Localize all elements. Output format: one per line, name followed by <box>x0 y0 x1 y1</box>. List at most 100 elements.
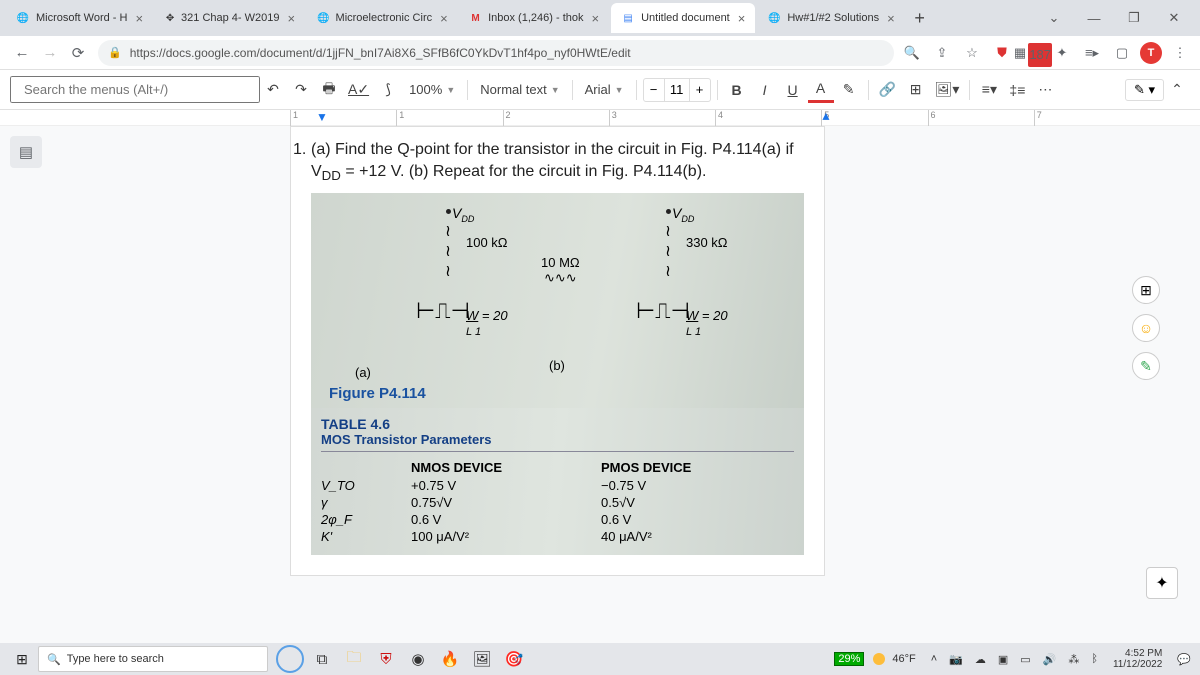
tab-inbox[interactable]: MInbox (1,246) - thok× <box>459 3 609 33</box>
font-size-stepper[interactable]: − + <box>643 78 711 102</box>
notifications-icon[interactable]: 💬 <box>1174 653 1194 666</box>
battery-icon[interactable]: ▭ <box>1017 653 1033 666</box>
chevron-down-icon[interactable]: ⌄ <box>1034 0 1074 36</box>
maximize-icon[interactable]: ❐ <box>1114 0 1154 36</box>
separator <box>572 80 573 100</box>
back-button[interactable]: ← <box>8 39 36 67</box>
undo-button[interactable]: ↶ <box>260 77 286 103</box>
explorer-icon[interactable]: 🗀 <box>340 645 368 673</box>
wl-ratio-label: W = 20L 1 <box>686 308 728 338</box>
bold-button[interactable]: B <box>724 77 750 103</box>
increase-font-button[interactable]: + <box>690 82 710 97</box>
tab-chap4[interactable]: ✥321 Chap 4- W2019× <box>155 3 305 33</box>
shield-icon[interactable]: ⛊ <box>990 41 1014 65</box>
onedrive-icon[interactable]: ☁ <box>972 653 989 666</box>
hotspot-icon[interactable]: ⁂ <box>1065 653 1082 666</box>
col-nmos: NMOS DEVICE <box>411 458 601 477</box>
style-dropdown[interactable]: Normal text▼ <box>474 82 565 97</box>
battery-percent[interactable]: 29% <box>834 652 864 666</box>
align-button[interactable]: ≡▾ <box>976 77 1002 103</box>
search-icon[interactable]: 🔍 <box>900 41 924 65</box>
photos-icon[interactable]: 🖼 <box>468 645 496 673</box>
camera-icon[interactable]: 📷 <box>946 653 966 666</box>
paint-format-button[interactable]: ⟆ <box>375 77 401 103</box>
close-icon[interactable]: × <box>287 11 295 26</box>
mcafee-icon[interactable]: ⛨ <box>372 645 400 673</box>
profile-avatar[interactable]: T <box>1140 42 1162 64</box>
editing-mode-button[interactable]: ✎ ▾ <box>1125 79 1164 101</box>
close-icon[interactable]: × <box>591 11 599 26</box>
app-icon[interactable]: 🔥 <box>436 645 464 673</box>
start-button[interactable]: ⊞ <box>6 645 38 673</box>
indent-marker-right[interactable]: ▼ <box>820 110 832 124</box>
table-image[interactable]: TABLE 4.6 MOS Transistor Parameters NMOS… <box>311 408 804 555</box>
taskbar-search[interactable]: 🔍 Type here to search <box>38 646 268 672</box>
ruler-tick: 3 <box>609 110 715 126</box>
text-color-button[interactable]: A <box>808 77 834 103</box>
reading-list-icon[interactable]: ≡▸ <box>1080 41 1104 65</box>
gdocs-icon: ▤ <box>621 11 635 25</box>
puzzle-icon[interactable]: ✦ <box>1050 41 1074 65</box>
add-comment-button[interactable]: ⊞ <box>1132 276 1160 304</box>
tab-hw[interactable]: 🌐Hw#1/#2 Solutions× <box>757 3 904 33</box>
outline-button[interactable]: ▤ <box>10 136 42 168</box>
zoom-dropdown[interactable]: 100%▼ <box>403 82 461 97</box>
table-title: MOS Transistor Parameters <box>321 432 794 452</box>
search-icon: 🔍 <box>47 653 61 666</box>
minimize-icon[interactable]: — <box>1074 0 1114 36</box>
bluetooth-icon[interactable]: ᛒ <box>1088 653 1101 665</box>
reload-button[interactable]: ⟳ <box>64 39 92 67</box>
share-icon[interactable]: ⇪ <box>930 41 954 65</box>
close-icon[interactable]: × <box>440 11 448 26</box>
kebab-menu-icon[interactable]: ⋮ <box>1168 41 1192 65</box>
task-view-icon[interactable]: ⧉ <box>308 645 336 673</box>
underline-button[interactable]: U <box>780 77 806 103</box>
image-button[interactable]: 🖼▾ <box>931 77 964 103</box>
square-icon[interactable]: ▢ <box>1110 41 1134 65</box>
font-size-input[interactable] <box>664 79 690 101</box>
problem-statement: 1. (a) Find the Q-point for the transist… <box>311 139 804 185</box>
volume-icon[interactable]: 🔊 <box>1040 653 1060 666</box>
tab-micro[interactable]: 🌐Microelectronic Circ× <box>307 3 457 33</box>
star-icon[interactable]: ☆ <box>960 41 984 65</box>
param-gamma: γ <box>321 494 411 511</box>
explore-button[interactable]: ✦ <box>1146 567 1178 599</box>
emoji-button[interactable]: ☺ <box>1132 314 1160 342</box>
line-spacing-button[interactable]: ‡≡ <box>1004 77 1030 103</box>
tray-chevron-icon[interactable]: ˄ <box>928 653 940 665</box>
forward-button[interactable]: → <box>36 39 64 67</box>
document-page[interactable]: 1. (a) Find the Q-point for the transist… <box>290 126 825 576</box>
figure-image[interactable]: VDD ≀≀≀ 100 kΩ ⊢⎍⊣ W = 20L 1 10 MΩ∿∿∿ VD… <box>311 193 804 408</box>
indent-marker-left[interactable]: ▼ <box>316 110 328 124</box>
print-button[interactable]: 🖶 <box>316 77 342 103</box>
app2-icon[interactable]: 🎯 <box>500 645 528 673</box>
horizontal-ruler[interactable]: 1 1 2 3 4 5 6 7 ▼ ▼ <box>0 110 1200 126</box>
link-button[interactable]: 🔗 <box>875 77 901 103</box>
search-menus-input[interactable] <box>10 76 260 103</box>
redo-button[interactable]: ↷ <box>288 77 314 103</box>
spellcheck-button[interactable]: A✓ <box>344 77 373 103</box>
decrease-font-button[interactable]: − <box>644 82 664 97</box>
tab-untitled[interactable]: ▤Untitled document× <box>611 3 755 33</box>
weather-widget[interactable]: 46°F <box>870 653 921 665</box>
tab-word[interactable]: 🌐Microsoft Word - H× <box>6 3 153 33</box>
pmos-vto: −0.75 V <box>601 477 791 494</box>
font-dropdown[interactable]: Arial▼ <box>579 82 630 97</box>
cast-icon[interactable]: ▣ <box>995 653 1011 666</box>
more-button[interactable]: ⋯ <box>1032 77 1058 103</box>
suggest-button[interactable]: ✎ <box>1132 352 1160 380</box>
new-tab-button[interactable]: + <box>907 5 933 31</box>
comment-button[interactable]: ⊞ <box>903 77 929 103</box>
close-icon[interactable]: × <box>738 11 746 26</box>
highlight-button[interactable]: ✎ <box>836 77 862 103</box>
italic-button[interactable]: I <box>752 77 778 103</box>
collapse-toolbar-button[interactable]: ⌃ <box>1164 77 1190 103</box>
url-input[interactable]: 🔒 https://docs.google.com/document/d/1jj… <box>98 40 894 66</box>
window-close-icon[interactable]: ✕ <box>1154 0 1194 36</box>
cortana-icon[interactable] <box>276 645 304 673</box>
close-icon[interactable]: × <box>135 11 143 26</box>
ext-187-icon[interactable]: ▦187 <box>1020 41 1044 65</box>
close-icon[interactable]: × <box>887 11 895 26</box>
chrome-icon[interactable]: ◉ <box>404 645 432 673</box>
clock[interactable]: 4:52 PM 11/12/2022 <box>1107 648 1168 670</box>
